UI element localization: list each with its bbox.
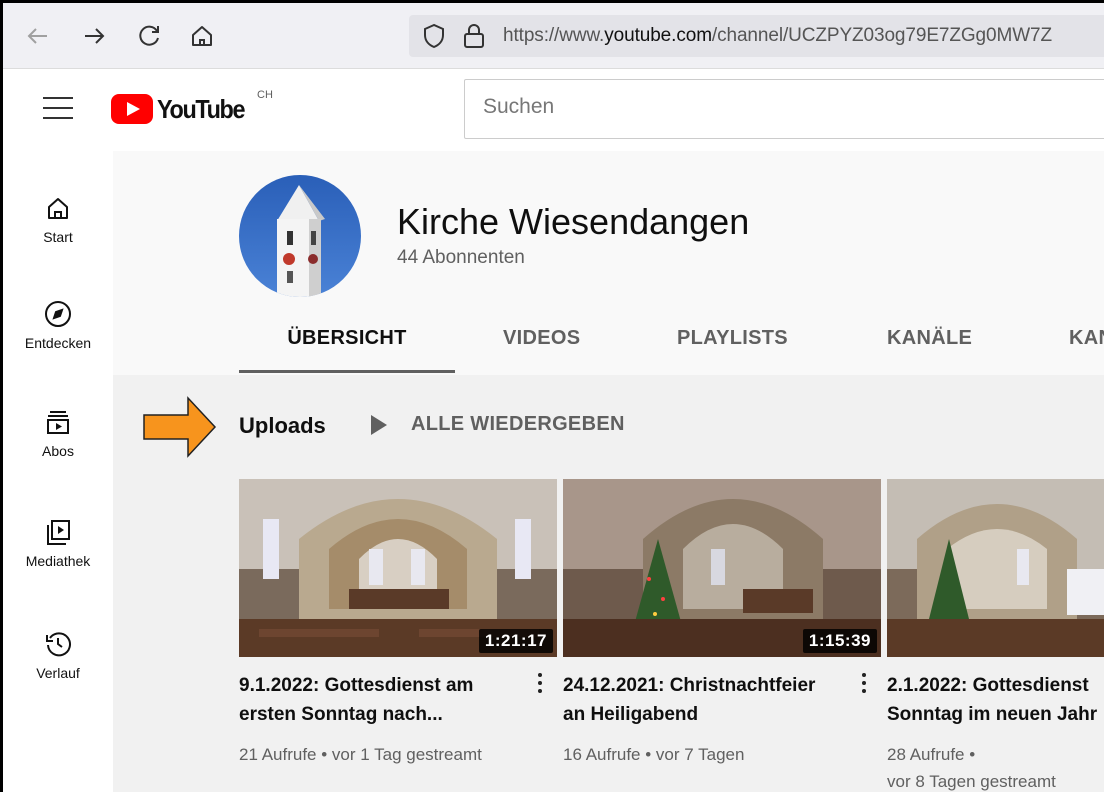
video-menu-button[interactable]	[859, 673, 869, 701]
hamburger-line	[43, 117, 73, 119]
reload-icon	[139, 25, 159, 46]
video-card[interactable]: 1:15:39 24.12.2021: Christnachtfeier an H…	[563, 479, 881, 792]
video-meta: 28 Aufrufe • vor 8 Tagen gestreamt	[887, 741, 1104, 792]
tab-kanaele[interactable]: KANÄLE	[887, 311, 972, 375]
menu-dot-icon	[538, 689, 542, 693]
menu-dot-icon	[538, 673, 542, 677]
video-title-line: 24.12.2021: Christnachtfeier	[563, 675, 816, 696]
url-text[interactable]: https://www.youtube.com/channel/UCZPYZ03…	[503, 25, 1052, 47]
subscriptions-icon	[47, 411, 69, 434]
video-duration: 1:15:39	[802, 629, 877, 653]
video-title-line: 2.1.2022: Gottesdienst	[887, 675, 1089, 696]
video-title-line: Sonntag im neuen Jahr	[887, 704, 1098, 725]
home-button[interactable]	[187, 21, 217, 51]
youtube-wordmark: YouTube	[157, 93, 246, 124]
sidebar-item-label: Mediathek	[25, 553, 91, 569]
youtube-logo[interactable]: YouTube	[111, 91, 254, 127]
reload-button[interactable]	[135, 21, 165, 51]
forward-button[interactable]	[79, 21, 109, 51]
play-all-label: ALLE WIEDERGEBEN	[411, 413, 625, 435]
home-icon	[192, 26, 212, 46]
url-bar[interactable]: https://www.youtube.com/channel/UCZPYZ03…	[409, 15, 1104, 57]
video-duration: 1:21:17	[478, 629, 553, 653]
library-icon	[47, 520, 70, 545]
channel-avatar[interactable]	[239, 175, 361, 297]
video-meta: 16 Aufrufe • vor 7 Tagen	[563, 741, 863, 768]
video-meta-line: 21 Aufrufe • vor 1 Tag gestreamt	[239, 745, 482, 764]
home-icon	[48, 198, 68, 219]
main-content: Kirche Wiesendangen 44 Abonnenten ÜBERSI…	[113, 151, 1104, 792]
url-path: /channel/UCZPYZ03og79E7ZGg0MW7Z	[711, 25, 1053, 46]
uploads-shelf: Uploads ALLE WIEDERGEBEN 1:21:17 9.1.202…	[113, 375, 1104, 792]
video-menu-button[interactable]	[535, 673, 545, 701]
menu-dot-icon	[862, 689, 866, 693]
shelf-title[interactable]: Uploads	[239, 413, 326, 439]
sidebar-item-entdecken[interactable]: Entdecken	[3, 299, 113, 399]
channel-tabs: ÜBERSICHT VIDEOS PLAYLISTS KANÄLE KAN	[239, 311, 1104, 375]
youtube-header: YouTube CH	[3, 69, 1104, 151]
video-meta-line: 16 Aufrufe • vor 7 Tagen	[563, 745, 745, 764]
lock-icon[interactable]	[461, 22, 487, 50]
tab-uebersicht[interactable]: ÜBERSICHT	[239, 311, 455, 375]
video-card[interactable]: 1:21:17 9.1.2022: Gottesdienst am ersten …	[239, 479, 557, 792]
video-title-line: ersten Sonntag nach...	[239, 704, 443, 725]
search-box[interactable]	[464, 79, 1104, 139]
video-card[interactable]: 2.1.2022: Gottesdienst Sonntag im neuen J…	[887, 479, 1104, 792]
url-prefix: https://www.	[503, 25, 605, 46]
channel-header: Kirche Wiesendangen 44 Abonnenten ÜBERSI…	[113, 151, 1104, 375]
sidebar-item-verlauf[interactable]: Verlauf	[3, 629, 113, 729]
compass-icon	[45, 301, 71, 327]
search-input[interactable]	[483, 95, 1043, 119]
url-domain: youtube.com	[604, 25, 712, 46]
tab-kanal-info[interactable]: KAN	[1069, 311, 1104, 375]
video-meta-line: vor 8 Tagen gestreamt	[887, 772, 1056, 791]
menu-button[interactable]	[43, 97, 73, 121]
history-icon	[46, 632, 71, 657]
sidebar-item-label: Verlauf	[36, 665, 80, 681]
arrow-right-icon	[85, 28, 105, 44]
video-title[interactable]: 2.1.2022: Gottesdienst Sonntag im neuen J…	[887, 671, 1104, 729]
sidebar-item-mediathek[interactable]: Mediathek	[3, 517, 113, 617]
video-thumbnail[interactable]	[887, 479, 1104, 657]
church-tower-avatar-icon	[239, 175, 361, 297]
tab-videos[interactable]: VIDEOS	[503, 311, 580, 375]
play-all-button[interactable]: ALLE WIEDERGEBEN	[371, 413, 625, 436]
play-icon	[371, 414, 387, 435]
hamburger-line	[43, 97, 73, 99]
hamburger-line	[43, 107, 73, 109]
sidebar-item-abos[interactable]: Abos	[3, 407, 113, 507]
youtube-play-icon	[111, 94, 153, 124]
sidebar-item-start[interactable]: Start	[3, 193, 113, 293]
video-thumbnail[interactable]: 1:15:39	[563, 479, 881, 657]
menu-dot-icon	[862, 673, 866, 677]
subscriber-count: 44 Abonnenten	[397, 247, 525, 268]
menu-dot-icon	[538, 681, 542, 685]
annotation-arrow-icon	[143, 396, 217, 458]
video-title-line: 9.1.2022: Gottesdienst am	[239, 675, 474, 696]
video-meta: 21 Aufrufe • vor 1 Tag gestreamt	[239, 741, 539, 768]
video-title[interactable]: 9.1.2022: Gottesdienst am ersten Sonntag …	[239, 671, 529, 729]
channel-name: Kirche Wiesendangen	[397, 201, 750, 242]
tab-playlists[interactable]: PLAYLISTS	[677, 311, 788, 375]
browser-toolbar: https://www.youtube.com/channel/UCZPYZ03…	[3, 3, 1104, 69]
sidebar-item-label: Entdecken	[24, 335, 92, 351]
menu-dot-icon	[862, 681, 866, 685]
sidebar: Start Entdecken Abos Mediathek Verlauf	[3, 151, 113, 792]
sidebar-item-label: Start	[43, 229, 73, 245]
church-service-thumbnail	[887, 479, 1104, 657]
shield-icon[interactable]	[421, 23, 447, 49]
sidebar-item-label: Abos	[42, 443, 74, 459]
screenshot-frame: https://www.youtube.com/channel/UCZPYZ03…	[0, 0, 1104, 792]
video-title[interactable]: 24.12.2021: Christnachtfeier an Heiligabe…	[563, 671, 853, 729]
country-code: CH	[257, 89, 273, 101]
video-meta-line: 28 Aufrufe •	[887, 745, 976, 764]
back-button[interactable]	[23, 21, 53, 51]
arrow-left-icon	[27, 28, 47, 44]
video-title-line: an Heiligabend	[563, 704, 699, 725]
video-thumbnail[interactable]: 1:21:17	[239, 479, 557, 657]
